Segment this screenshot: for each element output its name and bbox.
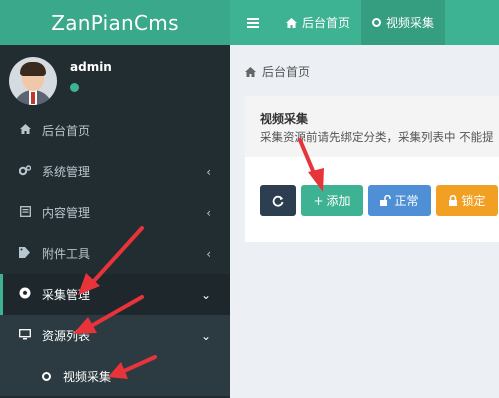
home-icon <box>18 124 32 137</box>
content-box: 视频采集 采集资源前请先绑定分类，采集列表中 不能提 + 添加 正常 锁定 <box>245 96 499 242</box>
tab-dashboard-label: 后台首页 <box>302 16 351 30</box>
box-title: 视频采集 <box>260 112 309 126</box>
desktop-icon <box>18 328 32 343</box>
sidebar-item-label: 视频采集 <box>63 369 112 384</box>
tab-video-collect-label: 视频采集 <box>386 16 435 30</box>
lock-button-label: 锁定 <box>461 194 486 208</box>
sidebar-item-attachments[interactable]: 附件工具 ‹ <box>0 233 230 274</box>
circle-icon <box>372 18 382 27</box>
sidebar: admin 后台首页 系统管理 ‹ 内容管理 ‹ 附件工具 ‹ 采集管理 ⌄ 资… <box>0 45 230 398</box>
sidebar-item-video-collect[interactable]: 视频采集 <box>0 356 230 396</box>
tags-icon <box>18 246 32 261</box>
menu-toggle-button[interactable] <box>230 0 275 45</box>
sidebar-item-content[interactable]: 内容管理 ‹ <box>0 192 230 233</box>
user-name: admin <box>70 60 112 74</box>
sidebar-item-dashboard[interactable]: 后台首页 <box>0 110 230 151</box>
sidebar-item-label: 附件工具 <box>42 247 91 261</box>
sidebar-item-label: 系统管理 <box>42 165 91 179</box>
sidebar-item-label: 内容管理 <box>42 206 91 220</box>
unlock-icon <box>380 195 392 206</box>
box-description: 采集资源前请先绑定分类，采集列表中 不能提 <box>260 130 494 144</box>
sidebar-item-label: 资源列表 <box>42 329 91 343</box>
plus-icon: + <box>313 193 324 208</box>
chevron-left-icon: ‹ <box>206 246 211 261</box>
add-button-label: 添加 <box>326 194 351 208</box>
add-button[interactable]: + 添加 <box>301 185 363 216</box>
box-header: 视频采集 采集资源前请先绑定分类，采集列表中 不能提 <box>245 96 499 157</box>
normal-button-label: 正常 <box>394 194 419 208</box>
circle-icon <box>42 371 51 381</box>
sidebar-item-label: 后台首页 <box>42 124 91 138</box>
sidebar-item-collect-manage[interactable]: 采集管理 ⌄ <box>0 274 230 315</box>
sidebar-item-system[interactable]: 系统管理 ‹ <box>0 151 230 192</box>
online-status-dot <box>70 83 79 92</box>
soccer-ball-icon <box>18 287 32 302</box>
brand-logo[interactable]: ZanPianCms <box>0 0 230 45</box>
toolbar: + 添加 正常 锁定 <box>260 185 499 216</box>
chevron-left-icon: ‹ <box>206 164 211 179</box>
newspaper-icon <box>18 205 32 220</box>
lock-button[interactable]: 锁定 <box>436 185 498 216</box>
chevron-down-icon: ⌄ <box>200 328 211 343</box>
refresh-button[interactable] <box>260 185 296 216</box>
chevron-down-icon: ⌄ <box>200 287 211 302</box>
sidebar-item-label: 采集管理 <box>42 288 91 302</box>
gears-icon <box>18 164 32 179</box>
breadcrumb-label: 后台首页 <box>262 65 311 79</box>
tab-video-collect[interactable]: 视频采集 <box>361 0 446 45</box>
chevron-left-icon: ‹ <box>206 205 211 220</box>
home-icon <box>286 17 297 28</box>
normal-button[interactable]: 正常 <box>368 185 431 216</box>
user-panel: admin <box>0 45 230 110</box>
refresh-icon <box>272 195 284 207</box>
hamburger-icon <box>246 17 259 28</box>
avatar <box>9 57 57 105</box>
tab-dashboard[interactable]: 后台首页 <box>275 0 361 45</box>
top-navbar: 后台首页 视频采集 <box>230 0 499 45</box>
breadcrumb[interactable]: 后台首页 <box>245 63 310 80</box>
home-icon <box>245 66 256 77</box>
lock-icon <box>449 195 458 206</box>
sidebar-item-resource-list[interactable]: 资源列表 ⌄ <box>0 315 230 356</box>
